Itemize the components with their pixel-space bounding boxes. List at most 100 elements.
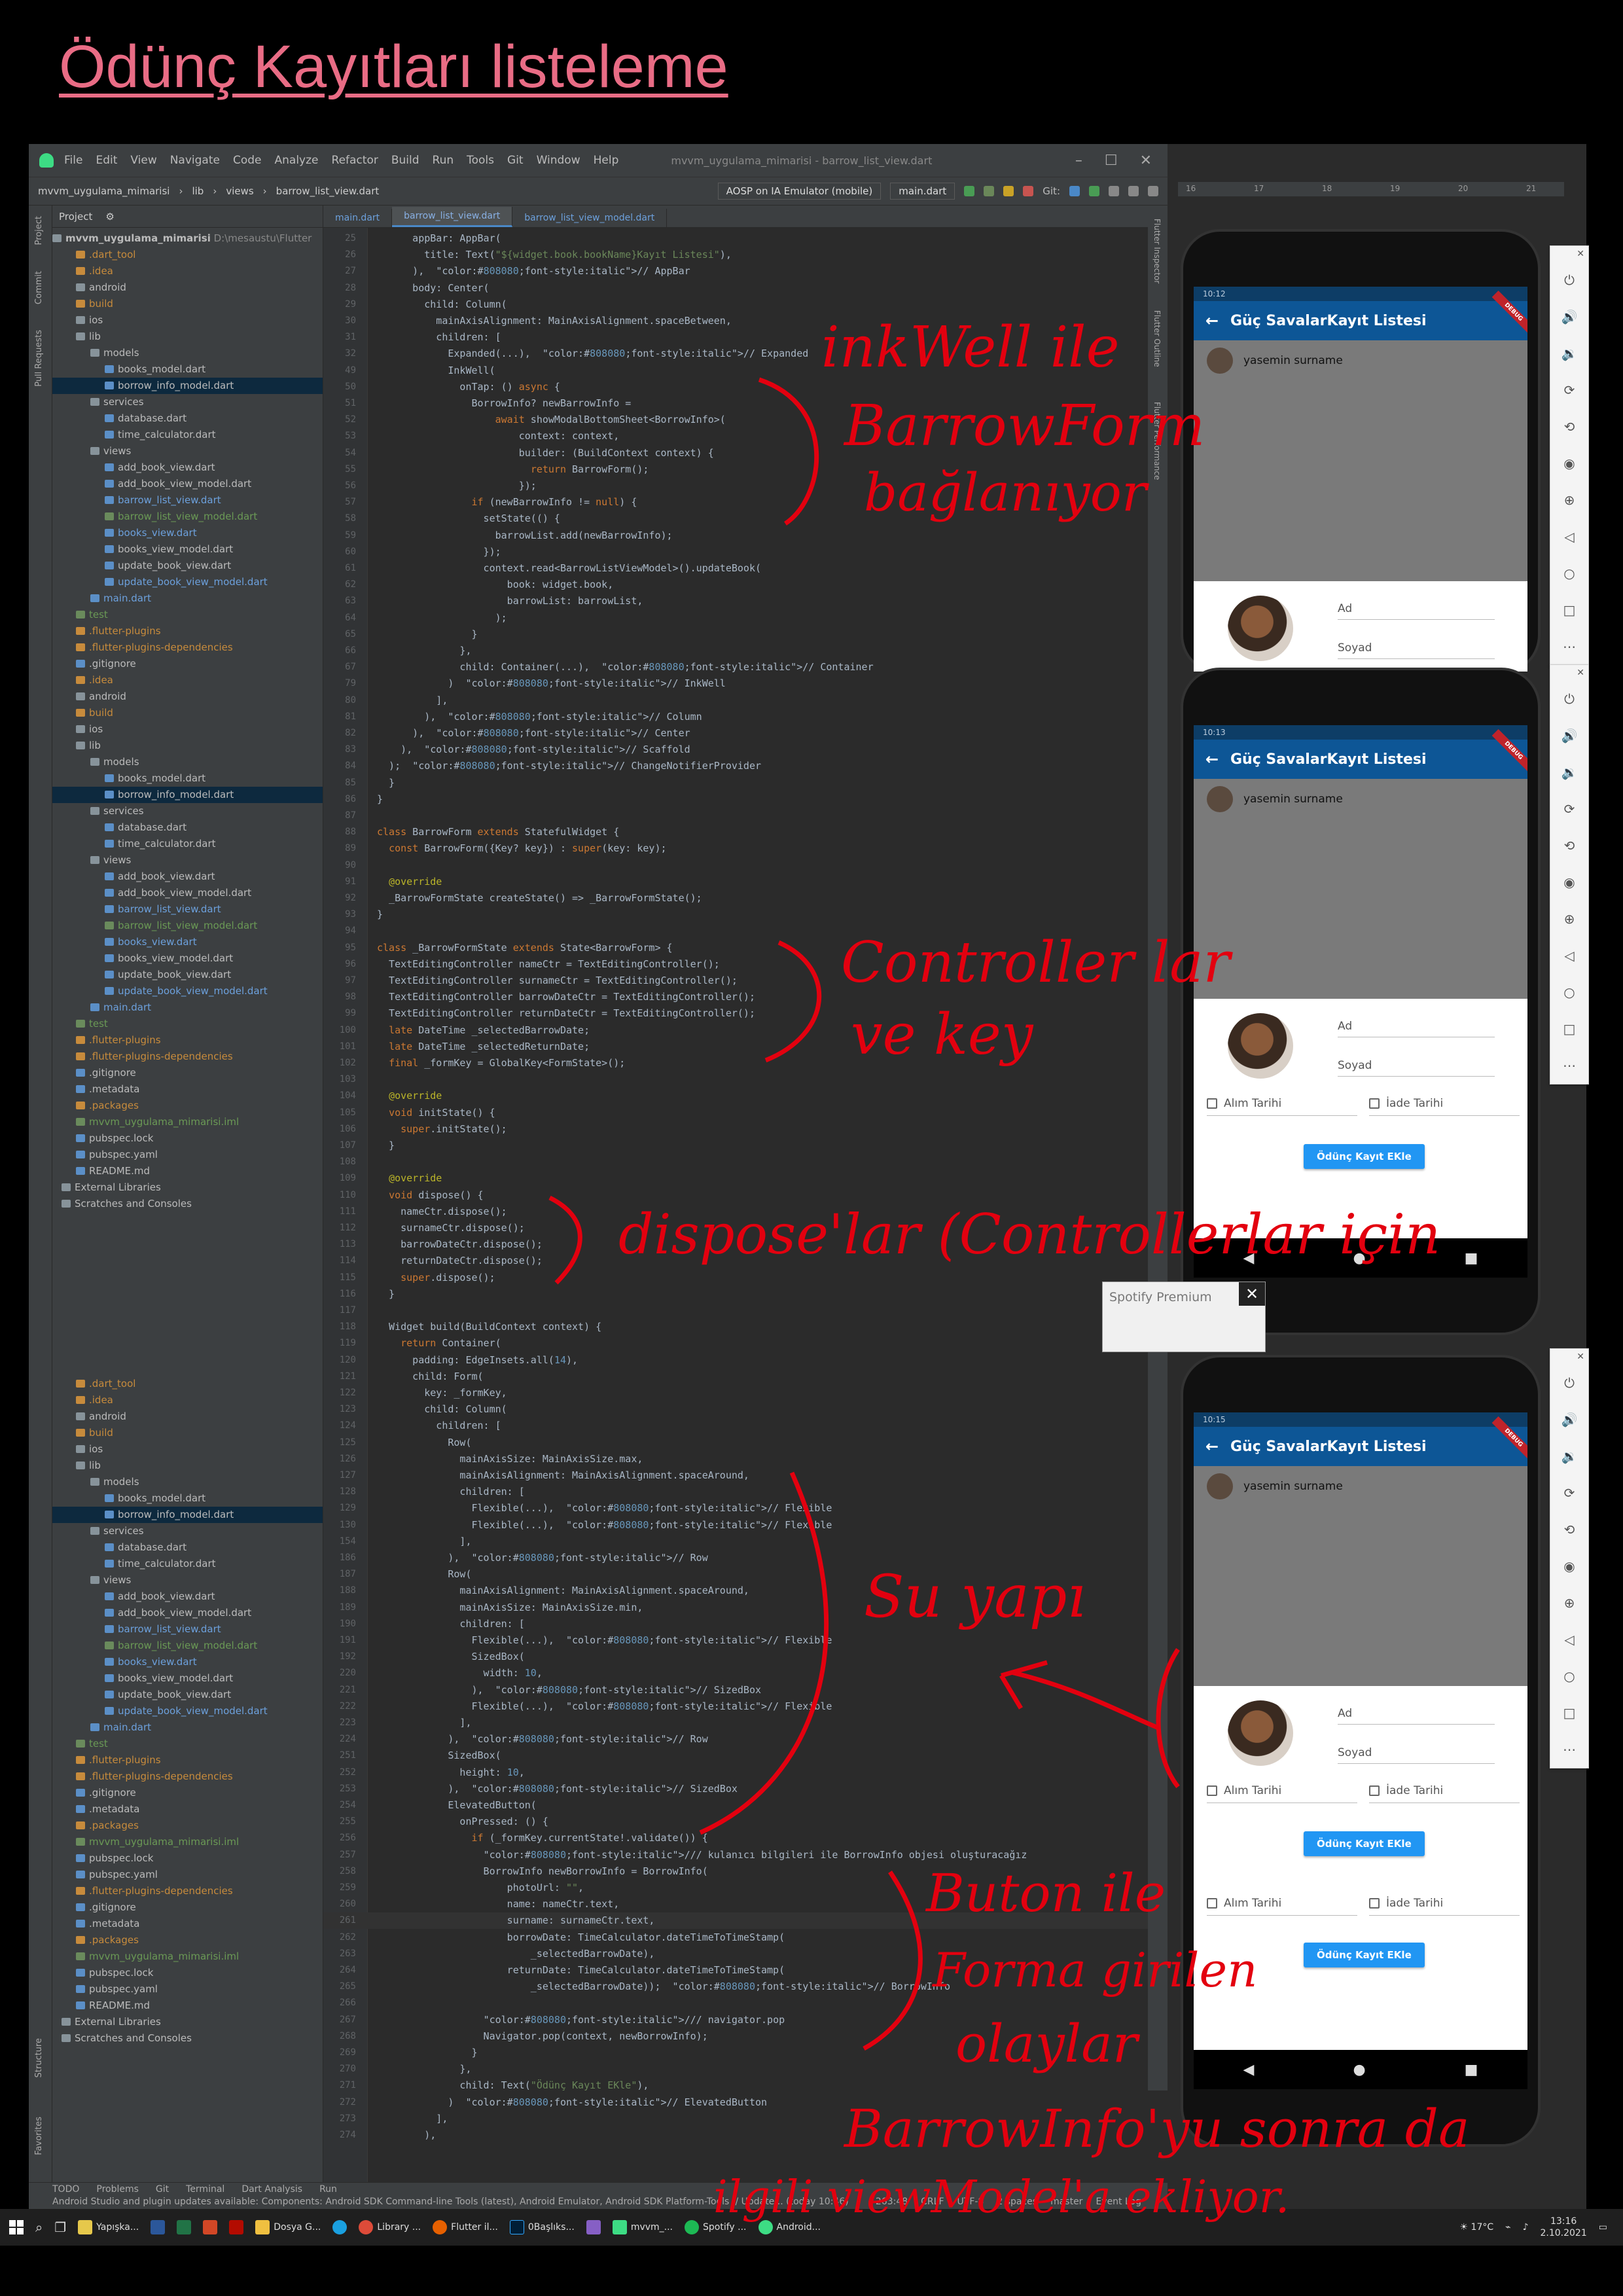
tree-node[interactable]: .flutter-plugins (52, 1752, 323, 1768)
rotate-right-icon[interactable]: ⟲ (1550, 1511, 1588, 1548)
taskbar-item-android-studio[interactable]: mvvm_... (612, 2220, 673, 2234)
back-arrow-icon[interactable]: ← (1194, 1437, 1230, 1456)
tree-node[interactable]: ios (52, 1441, 323, 1458)
close-icon[interactable]: ✕ (1140, 152, 1152, 169)
weather-widget[interactable]: ☀ 17°C (1460, 2222, 1494, 2233)
nav-back-icon[interactable]: ◀ (1243, 2062, 1255, 2078)
tree-node[interactable]: .metadata (52, 1081, 323, 1098)
tree-node[interactable]: barrow_list_view_model.dart (52, 509, 323, 525)
power-icon[interactable]: ⏻ (1550, 681, 1588, 717)
minimize-icon[interactable]: – (1075, 152, 1082, 169)
tree-root[interactable]: mvvm_uygulama_mimarisi D:\mesaustu\Flutt… (52, 230, 323, 247)
alim-tarihi-field[interactable]: Alım Tarihi (1207, 1784, 1357, 1803)
tree-node[interactable]: update_book_view.dart (52, 967, 323, 983)
ad-field[interactable]: Ad (1338, 1020, 1495, 1037)
list-item[interactable]: yasemin surname (1194, 779, 1527, 819)
tree-node[interactable]: .idea (52, 263, 323, 279)
soyad-field[interactable]: Soyad (1338, 1059, 1495, 1077)
status-item[interactable]: 263:48 (876, 2197, 908, 2207)
menu-item-edit[interactable]: Edit (96, 154, 117, 167)
menu-item-help[interactable]: Help (594, 154, 619, 167)
tree-node[interactable]: barrow_list_view_model.dart (52, 1638, 323, 1654)
tree-node[interactable]: books_view.dart (52, 1654, 323, 1670)
rotate-left-icon[interactable]: ⟳ (1550, 1475, 1588, 1511)
ad-field[interactable]: Ad (1338, 1707, 1495, 1725)
more-icon[interactable]: ⋯ (1550, 1731, 1588, 1768)
tree-node[interactable]: add_book_view.dart (52, 459, 323, 476)
list-item[interactable]: yasemin surname (1194, 340, 1527, 381)
run-icon[interactable] (964, 186, 975, 196)
tree-node[interactable]: External Libraries (52, 1179, 323, 1196)
tree-node[interactable]: books_model.dart (52, 361, 323, 378)
taskbar-item-edge[interactable] (332, 2220, 348, 2234)
tree-node[interactable]: pubspec.lock (52, 1850, 323, 1867)
rotate-left-icon[interactable]: ⟳ (1550, 791, 1588, 827)
search-icon[interactable]: ⌕ (35, 2219, 43, 2235)
taskbar-item-photoshop[interactable]: 0Başlıks... (509, 2220, 575, 2234)
tree-node[interactable]: barrow_list_view.dart (52, 492, 323, 509)
tree-node[interactable] (52, 1310, 323, 1327)
tree-node[interactable]: database.dart (52, 1539, 323, 1556)
tab-favorites[interactable]: Favorites (34, 2117, 44, 2155)
tab-pull-requests[interactable]: Pull Requests (34, 330, 44, 387)
tree-node[interactable]: .packages (52, 1818, 323, 1834)
device-selector[interactable]: AOSP on IA Emulator (mobile) (717, 183, 882, 200)
tree-node[interactable]: .gitignore (52, 1899, 323, 1916)
tree-node[interactable]: main.dart (52, 590, 323, 607)
alim-tarihi-field[interactable]: Alım Tarihi (1207, 1097, 1357, 1116)
taskbar-item-emulator[interactable]: Android... (758, 2220, 821, 2234)
breadcrumb-lib[interactable]: lib (192, 185, 204, 197)
tree-node[interactable] (52, 1343, 323, 1359)
rotate-left-icon[interactable]: ⟳ (1550, 372, 1588, 408)
tree-node[interactable] (52, 1327, 323, 1343)
tree-node[interactable] (52, 1245, 323, 1261)
tree-node[interactable]: test (52, 1016, 323, 1032)
tree-node[interactable]: .metadata (52, 1801, 323, 1818)
menu-item-view[interactable]: View (130, 154, 156, 167)
tree-node[interactable]: update_book_view_model.dart (52, 574, 323, 590)
tree-node[interactable]: ios (52, 312, 323, 329)
tree-node[interactable]: .packages (52, 1932, 323, 1948)
menu-item-git[interactable]: Git (507, 154, 524, 167)
tree-node[interactable] (52, 1359, 323, 1376)
tree-node[interactable]: database.dart (52, 410, 323, 427)
taskbar-item-acrobat[interactable] (229, 2220, 244, 2234)
close-icon[interactable]: ✕ (1550, 246, 1588, 262)
gear-icon[interactable]: ⚙ (105, 211, 114, 223)
overview-icon[interactable]: □ (1550, 592, 1588, 628)
maximize-icon[interactable]: ☐ (1105, 152, 1118, 169)
menu-item-run[interactable]: Run (433, 154, 454, 167)
volume-up-icon[interactable]: 🔊 (1550, 298, 1588, 335)
menu-item-file[interactable]: File (64, 154, 82, 167)
start-button[interactable] (9, 2220, 24, 2234)
tree-node[interactable]: pubspec.yaml (52, 1867, 323, 1883)
tree-node[interactable]: test (52, 607, 323, 623)
tree-node[interactable]: pubspec.yaml (52, 1147, 323, 1163)
notification-icon[interactable]: ▭ (1599, 2222, 1607, 2233)
tree-node[interactable]: books_model.dart (52, 1490, 323, 1507)
tree-node[interactable]: .flutter-plugins (52, 1032, 323, 1049)
tree-node[interactable]: .flutter-plugins-dependencies (52, 1049, 323, 1065)
tree-node[interactable]: lib (52, 1458, 323, 1474)
back-arrow-icon[interactable]: ← (1194, 750, 1230, 768)
taskbar-item-explorer[interactable]: Dosya G... (255, 2220, 321, 2234)
debug-icon[interactable] (984, 186, 995, 196)
tree-node[interactable]: ios (52, 721, 323, 738)
home-icon[interactable]: ○ (1550, 555, 1588, 592)
tree-node[interactable] (52, 1261, 323, 1278)
volume-icon[interactable]: ♪ (1523, 2222, 1529, 2233)
more-icon[interactable]: ⋯ (1550, 628, 1588, 665)
odunc-kayit-ekle-button[interactable]: Ödünç Kayıt EKle (1304, 1144, 1425, 1169)
volume-down-icon[interactable]: 🔉 (1550, 1438, 1588, 1475)
tree-node[interactable]: pubspec.yaml (52, 1981, 323, 1998)
tree-node[interactable]: update_book_view_model.dart (52, 983, 323, 999)
tree-node[interactable]: borrow_info_model.dart (52, 378, 323, 394)
tree-node[interactable]: lib (52, 329, 323, 345)
tree-node[interactable]: books_view.dart (52, 934, 323, 950)
tree-node[interactable]: models (52, 754, 323, 770)
nav-home-icon[interactable]: ● (1353, 1250, 1365, 1266)
tool-window-todo[interactable]: TODO (52, 2184, 79, 2195)
taskbar-item-word[interactable] (151, 2220, 166, 2234)
home-icon[interactable]: ○ (1550, 1658, 1588, 1695)
alim-tarihi-field[interactable]: Alım Tarihi (1207, 1897, 1357, 1916)
